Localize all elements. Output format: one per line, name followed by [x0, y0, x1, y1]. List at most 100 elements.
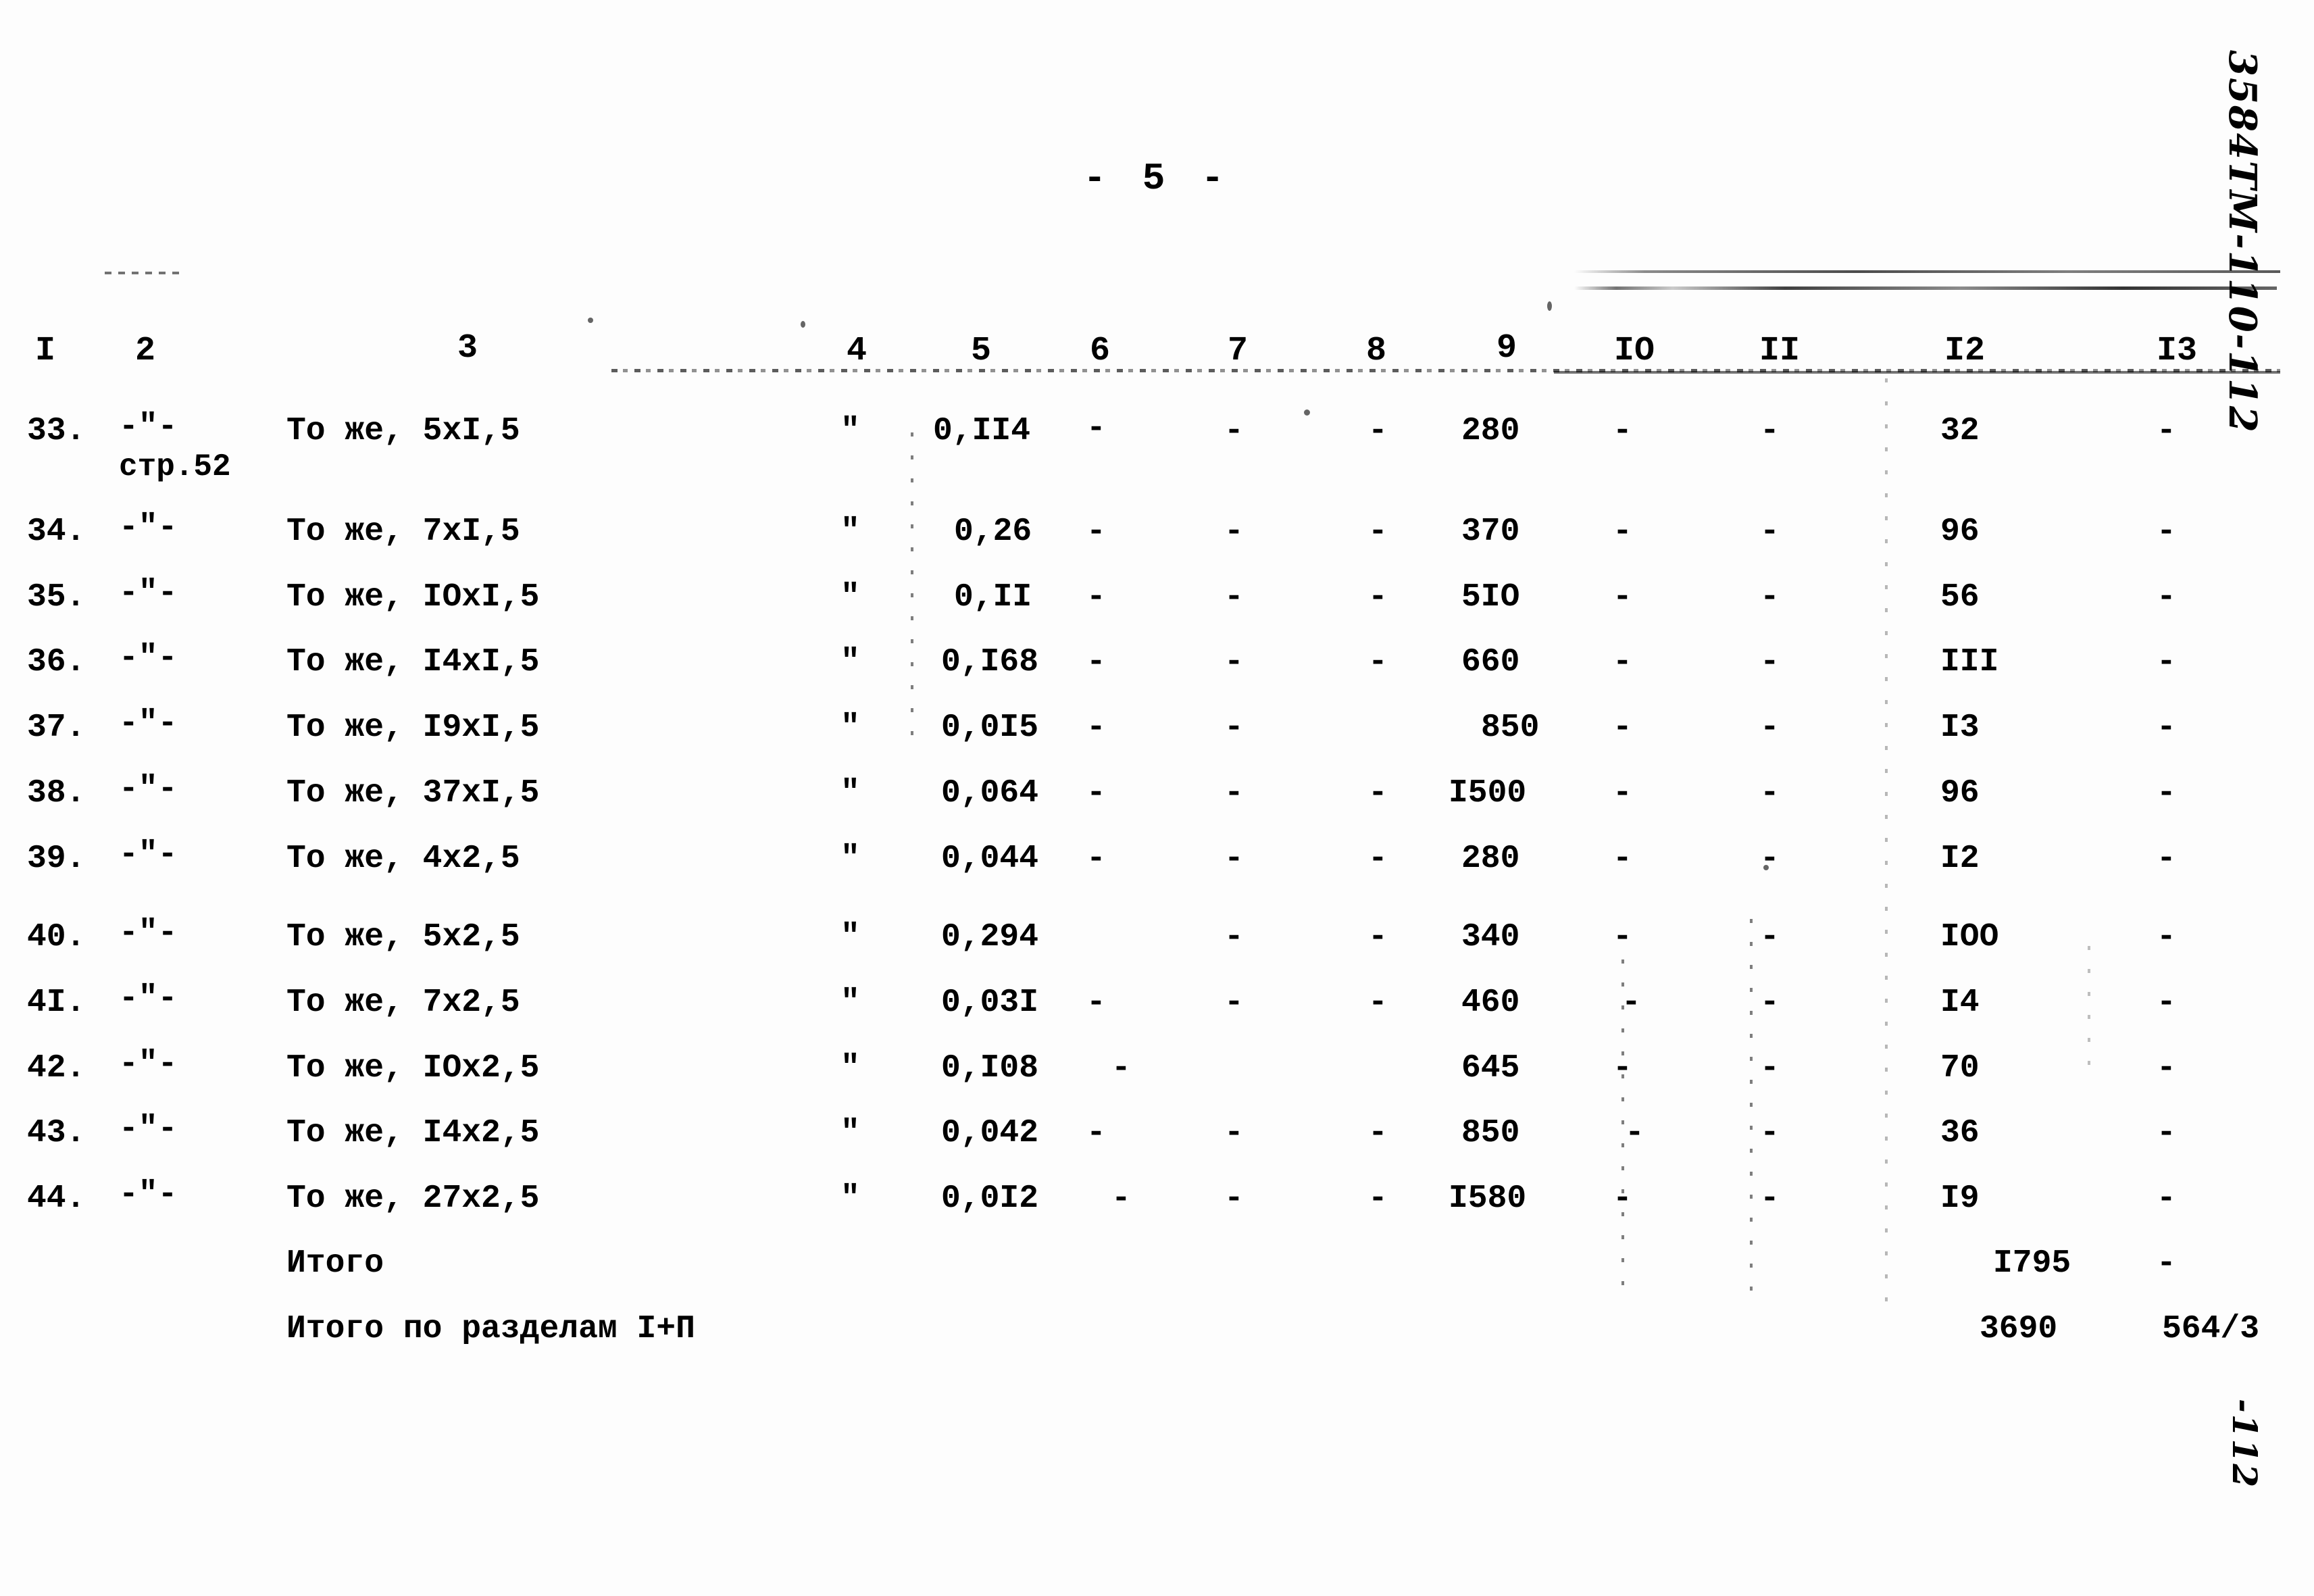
table-row-cell-qty: 0,064 [941, 775, 1039, 812]
table-row-cell-c9: 280 [1461, 841, 1520, 877]
table-row-cell-ref: -"- [119, 640, 178, 676]
table-row-cell-c12: 36 [1940, 1115, 1980, 1151]
table-row-cell-ref: -"- [119, 915, 178, 951]
table-row-cell-c9: 850 [1461, 1115, 1520, 1151]
table-row-cell-desc: То же, 5xI,5 [286, 413, 520, 449]
table-row-cell-c9: 340 [1461, 919, 1520, 955]
table-row-cell-ref: -"- [119, 1176, 178, 1213]
table-row-cell-c11: - [1760, 514, 1780, 550]
table-row-cell-index: 43. [27, 1115, 86, 1151]
column-header-4: 4 [847, 332, 867, 370]
table-row-cell-c8: - [1368, 514, 1388, 550]
table-row-cell-c7: - [1224, 709, 1244, 746]
table-row-cell-qty: 0,03I [941, 984, 1039, 1021]
table-row-cell-c8: - [1368, 413, 1388, 449]
table-row-cell-c10: - [1613, 841, 1632, 877]
table-row-cell-c12: 96 [1940, 775, 1980, 812]
table-row-cell-ref: -"- [119, 771, 178, 807]
table-row-cell-desc: То же, 4x2,5 [286, 841, 520, 877]
table-row-cell-unit: " [840, 579, 860, 616]
table-row-cell-unit: " [840, 709, 860, 746]
table-row-cell-c9: 850 [1481, 709, 1540, 746]
table-row-cell-qty: 0,042 [941, 1115, 1039, 1151]
table-row-cell-desc: То же, 7x2,5 [286, 984, 520, 1021]
table-row-cell-unit: " [840, 1115, 860, 1151]
table-row-cell-ref-page: стр.52 [119, 449, 231, 484]
table-row-cell-index: 40. [27, 919, 86, 955]
table-row-cell-c6: - [1111, 1050, 1131, 1087]
table-row-cell-qty: 0,I08 [941, 1050, 1039, 1087]
table-row-cell-c10: - [1613, 1180, 1632, 1217]
table-row-cell-c6: - [1111, 1180, 1131, 1217]
table-row-cell-c10: - [1613, 919, 1632, 955]
table-row-cell-c11: - [1760, 709, 1780, 746]
table-row-cell-c12: 32 [1940, 413, 1980, 449]
table-row-cell-index: 39. [27, 841, 86, 877]
table-row-cell-unit: " [840, 919, 860, 955]
table-row-cell-c8: - [1368, 919, 1388, 955]
table-row-cell-c10: - [1613, 644, 1632, 680]
column-header-7: 7 [1228, 332, 1249, 370]
table-row-cell-qty: 0,II4 [933, 413, 1031, 449]
table-row-cell-desc: То же, I9xI,5 [286, 709, 540, 746]
table-row-cell-c13: - [2157, 644, 2176, 680]
table-row-cell-c12: 96 [1940, 514, 1980, 550]
table-row-cell-ref: -"- [119, 705, 178, 742]
table-row-cell-c10: - [1613, 514, 1632, 550]
table-row-cell-c8: - [1368, 1180, 1388, 1217]
table-row-cell-ref: -"- [119, 1111, 178, 1147]
table-row-cell-c10: - [1625, 1115, 1644, 1151]
table-row-cell-c11: - [1760, 984, 1780, 1021]
table-row-cell-c13: - [2157, 984, 2176, 1021]
table-row-cell-c11: - [1760, 1115, 1780, 1151]
table-row-cell-c6: - [1086, 841, 1106, 877]
grand-total-row-label: Итого по разделам I+П [286, 1311, 695, 1347]
column-header-9: 9 [1496, 329, 1517, 368]
table-row-cell-c6: - [1086, 644, 1106, 680]
table-row-cell-c6: - [1086, 709, 1106, 746]
table-row-cell-c11: - [1760, 644, 1780, 680]
table-row-cell-c8: - [1368, 579, 1388, 616]
table-row-cell-c12: I9 [1940, 1180, 1980, 1217]
document-page: 3584ТМ-110-112 -112 - 5 - I 2 3 4 5 6 7 … [0, 0, 2314, 1596]
table-row-cell-c13: - [2157, 841, 2176, 877]
table-row-cell-c12: 70 [1940, 1050, 1980, 1087]
table-row-cell-c13: - [2157, 709, 2176, 746]
table-row-cell-desc: То же, IOxI,5 [286, 579, 540, 616]
table-row-cell-c11: - [1760, 841, 1780, 877]
table-row-cell-c9: 460 [1461, 984, 1520, 1021]
table-row-cell-index: 36. [27, 644, 86, 680]
table-row-cell-c6: - [1086, 410, 1106, 447]
table-row-cell-c8: - [1368, 644, 1388, 680]
column-header-13: I3 [2157, 332, 2198, 370]
table-row-cell-c6: - [1086, 514, 1106, 550]
table-row-cell-c6: - [1086, 1115, 1106, 1151]
table-row-cell-c7: - [1224, 919, 1244, 955]
table-row-cell-unit: " [840, 413, 860, 449]
table-row-cell-c10: - [1613, 1050, 1632, 1087]
table-row-cell-desc: То же, 7xI,5 [286, 514, 520, 550]
table-row-cell-desc: То же, I4xI,5 [286, 644, 540, 680]
table-row-cell-c8: - [1368, 841, 1388, 877]
table-row-cell-qty: 0,044 [941, 841, 1039, 877]
table-row-cell-qty: 0,0I5 [941, 709, 1039, 746]
table-row-cell-c8: - [1368, 984, 1388, 1021]
table-row-cell-c10: - [1613, 579, 1632, 616]
column-header-2: 2 [135, 332, 156, 370]
table-row-cell-c11: - [1760, 579, 1780, 616]
table-row-cell-c9: 280 [1461, 413, 1520, 449]
table-row-cell-c13: - [2157, 775, 2176, 812]
table-row-cell-c6: - [1086, 775, 1106, 812]
table-row-cell-c11: - [1760, 1180, 1780, 1217]
column-header-11: II [1759, 332, 1801, 370]
table-row-cell-qty: 0,294 [941, 919, 1039, 955]
table-row-cell-desc: То же, 27x2,5 [286, 1180, 540, 1217]
table-row-cell-c7: - [1224, 413, 1244, 449]
table-row-cell-c7: - [1224, 775, 1244, 812]
table-row-cell-c7: - [1224, 841, 1244, 877]
data-table: I 2 3 4 5 6 7 8 9 IO II I2 I3 33. -"- ст… [0, 0, 2314, 1596]
table-row-cell-c9: I500 [1449, 775, 1527, 812]
table-row-cell-unit: " [840, 1180, 860, 1217]
table-row-cell-c10: - [1613, 413, 1632, 449]
table-row-cell-c11: - [1760, 919, 1780, 955]
